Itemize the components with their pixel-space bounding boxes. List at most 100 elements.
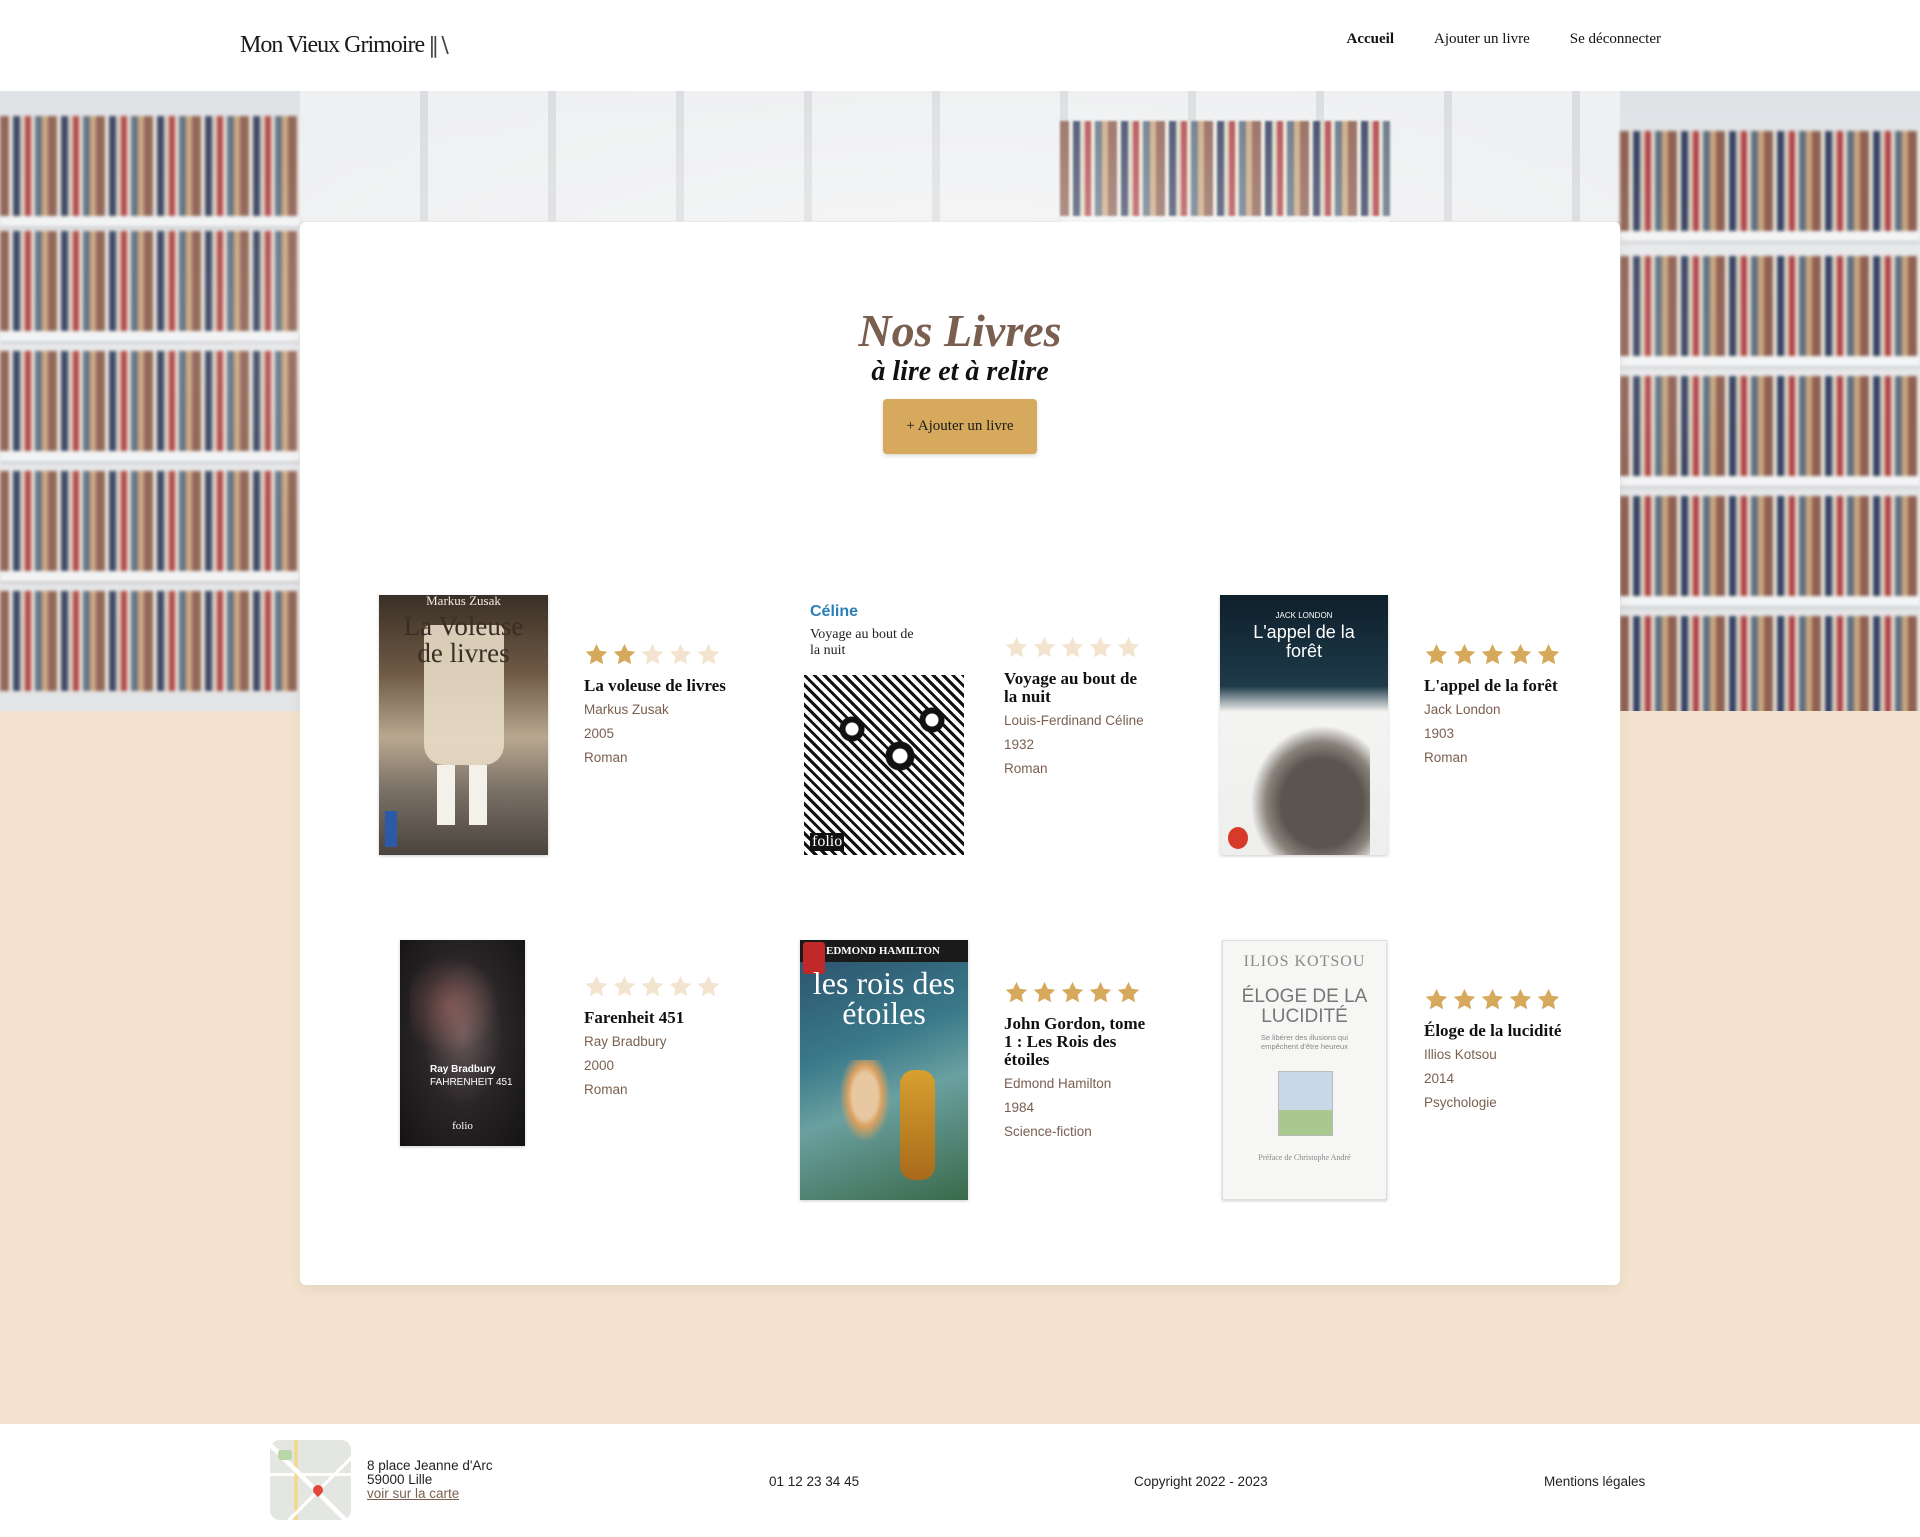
cover-subtitle: Se libérer des illusions qui empêchent d… [1260, 1033, 1349, 1051]
book-genre: Roman [584, 1082, 628, 1097]
cover-title: Voyage au bout de la nuit [810, 627, 914, 658]
star-empty-icon [641, 643, 664, 665]
book-cover: EDMOND HAMILTON les rois des étoiles [800, 940, 968, 1200]
star-filled-icon [1061, 981, 1084, 1003]
cover-author: EDMOND HAMILTON [826, 945, 940, 957]
star-filled-icon [1453, 988, 1476, 1010]
book-author: Illios Kotsou [1424, 1047, 1497, 1062]
book-title: L'appel de la forêt [1424, 676, 1558, 695]
rating-stars [584, 642, 734, 667]
cover-author: ILIOS KOTSOU [1243, 953, 1366, 970]
book-title: Voyage au bout de la nuit [1004, 669, 1138, 706]
nav-accueil[interactable]: Accueil [1347, 31, 1394, 48]
book-author: Markus Zusak [584, 702, 669, 717]
star-empty-icon [1089, 636, 1112, 658]
star-filled-icon [1089, 981, 1112, 1003]
cover-title: FAHRENHEIT 451 [430, 1077, 513, 1088]
main-nav: Accueil Ajouter un livre Se déconnecter [1347, 31, 1662, 48]
star-filled-icon [1033, 981, 1056, 1003]
star-empty-icon [697, 643, 720, 665]
cover-title: L'appel de la forêt [1253, 622, 1355, 661]
book-genre: Science-fiction [1004, 1124, 1092, 1139]
legal-link[interactable]: Mentions légales [1544, 1474, 1645, 1489]
book-card[interactable]: Markus Zusak La Voleuse de livres La vol… [379, 595, 799, 855]
book-year: 1932 [1004, 737, 1035, 752]
book-cover: ILIOS KOTSOU ÉLOGE DE LA LUCIDITÉ Se lib… [1222, 940, 1387, 1200]
book-year: 1984 [1004, 1100, 1035, 1115]
book-year: 2014 [1424, 1071, 1455, 1086]
cover-title: les rois des étoiles [812, 965, 956, 1031]
star-filled-icon [1509, 988, 1532, 1010]
logo[interactable]: Mon Vieux Grimoire ∥∖ [240, 32, 451, 59]
nav-ajouter-livre[interactable]: Ajouter un livre [1434, 31, 1530, 48]
book-card[interactable]: Céline Voyage au bout de la nuit folio V… [800, 595, 1220, 855]
book-year: 1903 [1424, 726, 1455, 741]
cover-author: JACK LONDON [1275, 611, 1333, 620]
book-genre: Roman [1424, 750, 1468, 765]
star-empty-icon [1061, 636, 1084, 658]
book-cover: Céline Voyage au bout de la nuit folio [804, 595, 964, 855]
book-card[interactable]: Ray Bradbury FAHRENHEIT 451 folio Farenh… [379, 940, 799, 1200]
book-cover: JACK LONDON L'appel de la forêt [1220, 595, 1388, 855]
book-info: John Gordon, tome 1 : Les Rois des étoil… [1004, 980, 1154, 1149]
star-filled-icon [1537, 988, 1560, 1010]
rating-stars [584, 974, 734, 999]
star-filled-icon [1509, 643, 1532, 665]
star-empty-icon [585, 975, 608, 997]
books-icon: ∥∖ [428, 32, 451, 58]
star-empty-icon [641, 975, 664, 997]
book-title: Farenheit 451 [584, 1008, 685, 1027]
rating-stars [1004, 980, 1154, 1005]
book-year: 2000 [584, 1058, 615, 1073]
book-author: Jack London [1424, 702, 1501, 717]
cover-preface: Préface de Christophe André [1258, 1153, 1351, 1162]
star-empty-icon [669, 643, 692, 665]
star-filled-icon [585, 643, 608, 665]
rating-stars [1424, 642, 1574, 667]
book-title: Éloge de la lucidité [1424, 1021, 1562, 1040]
book-info: Farenheit 451 Ray Bradbury 2000 Roman [584, 974, 734, 1107]
star-filled-icon [1005, 981, 1028, 1003]
book-genre: Roman [584, 750, 628, 765]
logo-text: Mon Vieux Grimoire [240, 32, 425, 58]
star-filled-icon [1117, 981, 1140, 1003]
star-empty-icon [1005, 636, 1028, 658]
map-link[interactable]: voir sur la carte [367, 1486, 459, 1501]
footer: 8 place Jeanne d'Arc 59000 Lille voir su… [0, 1424, 1920, 1537]
cover-publisher: folio [810, 833, 845, 851]
address-line2: 59000 Lille [367, 1472, 433, 1487]
copyright: Copyright 2022 - 2023 [1134, 1474, 1268, 1489]
star-filled-icon [1481, 988, 1504, 1010]
book-card[interactable]: JACK LONDON L'appel de la forêt L'appel … [1220, 595, 1640, 855]
star-empty-icon [613, 975, 636, 997]
cover-author: Céline [810, 603, 859, 620]
book-author: Edmond Hamilton [1004, 1076, 1112, 1091]
book-author: Ray Bradbury [584, 1034, 667, 1049]
rating-stars [1004, 635, 1154, 660]
book-info: La voleuse de livres Markus Zusak 2005 R… [584, 642, 734, 775]
cover-title: La Voleuse de livres [403, 611, 524, 668]
cover-publisher: folio [452, 1120, 473, 1132]
book-year: 2005 [584, 726, 615, 741]
page-title: Nos Livres [858, 305, 1062, 356]
address-line1: 8 place Jeanne d'Arc [367, 1458, 493, 1473]
star-filled-icon [1425, 988, 1448, 1010]
star-filled-icon [1537, 643, 1560, 665]
add-book-button[interactable]: + Ajouter un livre [883, 399, 1037, 454]
map-thumbnail[interactable] [270, 1440, 351, 1520]
star-filled-icon [613, 643, 636, 665]
page-subtitle: à lire et à relire [871, 356, 1049, 387]
book-info: Voyage au bout de la nuit Louis-Ferdinan… [1004, 635, 1154, 786]
star-filled-icon [1453, 643, 1476, 665]
map-pin-icon [310, 1482, 326, 1498]
cover-author: Markus Zusak [426, 595, 501, 608]
book-card[interactable]: EDMOND HAMILTON les rois des étoiles Joh… [800, 940, 1220, 1200]
star-empty-icon [669, 975, 692, 997]
star-empty-icon [1117, 636, 1140, 658]
nav-deconnecter[interactable]: Se déconnecter [1570, 31, 1661, 48]
book-cover: Markus Zusak La Voleuse de livres [379, 595, 548, 855]
star-filled-icon [1425, 643, 1448, 665]
book-card[interactable]: ILIOS KOTSOU ÉLOGE DE LA LUCIDITÉ Se lib… [1220, 940, 1640, 1200]
books-card: Nos Livres à lire et à relire + Ajouter … [300, 222, 1620, 1285]
book-author: Louis-Ferdinand Céline [1004, 713, 1144, 728]
